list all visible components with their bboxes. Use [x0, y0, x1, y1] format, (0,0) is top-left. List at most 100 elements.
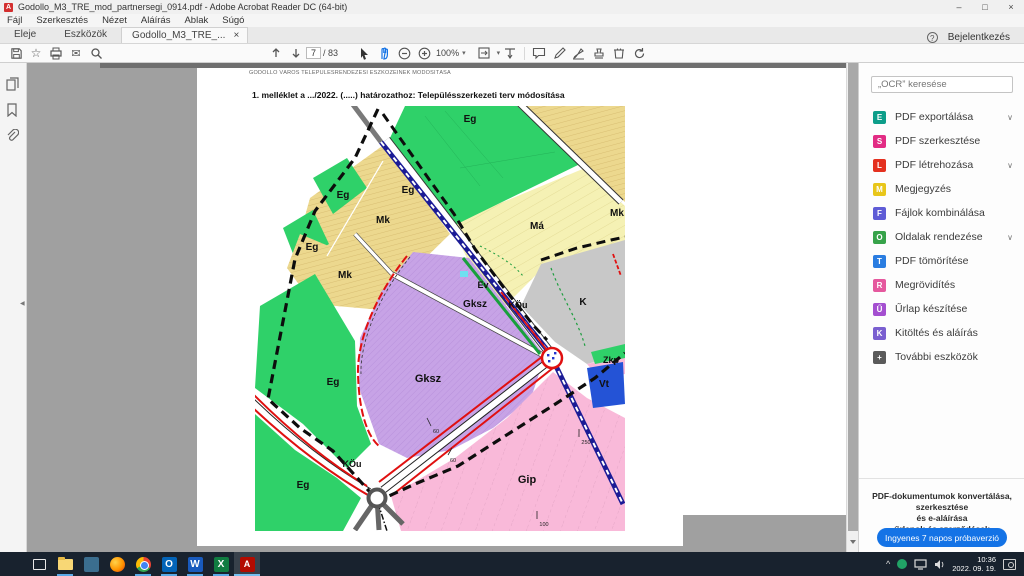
tool-search-input[interactable] — [871, 76, 1013, 93]
page-thumbnails-icon[interactable] — [6, 77, 20, 92]
map-zone-label: Gksz — [415, 373, 442, 385]
print-icon[interactable] — [46, 45, 66, 62]
save-icon[interactable] — [6, 45, 26, 62]
tools-panel: EPDF exportálása∨SPDF szerkesztéseLPDF l… — [858, 63, 1024, 552]
tool-list: EPDF exportálása∨SPDF szerkesztéseLPDF l… — [859, 105, 1024, 369]
export-pdf-icon: E — [873, 111, 886, 124]
tray-expand-icon[interactable]: ^ — [886, 559, 890, 569]
tool-item-comment[interactable]: MMegjegyzés — [859, 177, 1024, 201]
vertical-scrollbar[interactable] — [846, 63, 858, 552]
page-count-label: / 83 — [323, 48, 338, 58]
tab-tools[interactable]: Eszközök — [50, 27, 121, 43]
help-icon[interactable]: ? — [927, 32, 938, 43]
bookmarks-icon[interactable] — [6, 103, 18, 117]
tool-item-redact[interactable]: RMegrövidítés — [859, 273, 1024, 297]
pencil-icon[interactable] — [549, 45, 569, 62]
taskbar-calculator-icon[interactable] — [78, 552, 104, 576]
menu-item-súgó[interactable]: Súgó — [215, 15, 251, 26]
free-trial-button[interactable]: Ingyenes 7 napos próbaverzió — [877, 528, 1007, 547]
star-icon[interactable]: ☆ — [26, 45, 46, 62]
tool-item-create-pdf[interactable]: LPDF létrehozása∨ — [859, 153, 1024, 177]
tool-label: PDF létrehozása — [895, 159, 973, 171]
tab-document[interactable]: Godollo_M3_TRE_... × — [121, 27, 248, 43]
stamp-icon[interactable] — [589, 45, 609, 62]
menu-item-nézet[interactable]: Nézet — [95, 15, 134, 26]
main-toolbar: ☆ ✉ / 83 100% ▾ ▾ — [0, 44, 1024, 63]
zoom-level-label[interactable]: 100% — [436, 48, 459, 58]
close-button[interactable]: × — [998, 2, 1024, 12]
tool-item-more-tools[interactable]: +További eszközök — [859, 345, 1024, 369]
page-header-line: GÖDÖLLŐ VÁROS TELEPÜLÉSRENDEZÉSI ESZKÖZE… — [249, 70, 679, 77]
tab-home[interactable]: Eleje — [0, 27, 50, 43]
start-logo — [7, 558, 20, 571]
network-icon[interactable] — [914, 559, 927, 570]
taskbar-firefox-icon[interactable] — [104, 552, 130, 576]
notification-center-icon[interactable] — [1003, 559, 1016, 570]
tool-item-organize-pages[interactable]: OOldalak rendezése∨ — [859, 225, 1024, 249]
attachments-icon[interactable] — [6, 129, 19, 143]
delete-icon[interactable] — [609, 45, 629, 62]
tool-item-export-pdf[interactable]: EPDF exportálása∨ — [859, 105, 1024, 129]
taskbar-word-icon[interactable]: W — [182, 552, 208, 576]
map-zone-label: K — [579, 297, 587, 308]
tray-app-icon[interactable] — [897, 559, 907, 569]
refresh-icon[interactable] — [629, 45, 649, 62]
mail-icon[interactable]: ✉ — [66, 45, 86, 62]
menu-item-aláírás[interactable]: Aláírás — [134, 15, 178, 26]
zoom-in-icon[interactable] — [414, 45, 434, 62]
taskbar-excel-icon[interactable]: X — [208, 552, 234, 576]
map-annotation: 100 — [539, 522, 548, 528]
chevron-down-icon[interactable]: ∨ — [1007, 233, 1013, 242]
clock[interactable]: 10:36 2022. 09. 19. — [952, 555, 996, 573]
sign-in-button[interactable]: Bejelentkezés — [948, 32, 1010, 43]
tool-item-compress-pdf[interactable]: TPDF tömörítése — [859, 249, 1024, 273]
windows-taskbar: OWXA ^ 10:36 2022. 09. 19. — [0, 552, 1024, 576]
tab-close-icon[interactable]: × — [233, 30, 239, 41]
zoom-out-icon[interactable] — [394, 45, 414, 62]
minimize-button[interactable]: – — [946, 2, 972, 12]
page-number-input[interactable] — [306, 47, 321, 59]
chevron-down-icon[interactable]: ∨ — [1007, 161, 1013, 170]
window-title: Godollo_M3_TRE_mod_partnersegi_0914.pdf … — [18, 2, 347, 12]
tab-bar: Eleje Eszközök Godollo_M3_TRE_... × ? Be… — [0, 27, 1024, 44]
left-navigation-rail: ◀ — [0, 63, 27, 552]
search-icon[interactable] — [86, 45, 106, 62]
tool-item-prepare-form[interactable]: ŰŰrlap készítése — [859, 297, 1024, 321]
sign-pen-icon[interactable] — [569, 45, 589, 62]
tool-item-fill-sign[interactable]: KKitöltés és aláírás — [859, 321, 1024, 345]
map-zone-label: Eg — [337, 190, 350, 201]
map-zone-label: Eg — [306, 242, 319, 253]
zoom-caret-icon[interactable]: ▾ — [462, 49, 466, 57]
hand-tool-icon[interactable] — [374, 45, 394, 62]
taskbar-acrobat-icon[interactable]: A — [234, 552, 260, 576]
menu-item-fájl[interactable]: Fájl — [0, 15, 29, 26]
collapse-panel-icon[interactable]: ◀ — [20, 300, 25, 307]
maximize-button[interactable]: □ — [972, 2, 998, 12]
taskbar-task-view-icon[interactable] — [26, 552, 52, 576]
select-tool-icon[interactable] — [354, 45, 374, 62]
tool-item-combine-files[interactable]: FFájlok kombinálása — [859, 201, 1024, 225]
system-tray: ^ 10:36 2022. 09. 19. — [886, 555, 1024, 573]
taskbar-outlook-icon[interactable]: O — [156, 552, 182, 576]
map-zone-label: Gip — [518, 474, 537, 486]
scrollbar-down-icon[interactable] — [850, 540, 856, 544]
chevron-down-icon[interactable]: ∨ — [1007, 113, 1013, 122]
taskbar-chrome-icon[interactable] — [130, 552, 156, 576]
more-tools-icon: + — [873, 351, 886, 364]
menu-item-ablak[interactable]: Ablak — [177, 15, 215, 26]
fit-width-icon[interactable] — [476, 45, 496, 62]
file-explorer-logo — [58, 559, 73, 570]
map-annotation: 250 — [581, 440, 590, 446]
taskbar-start-icon[interactable] — [0, 552, 26, 576]
previous-page-icon[interactable] — [266, 45, 286, 62]
menu-item-szerkesztés[interactable]: Szerkesztés — [29, 15, 95, 26]
comment-icon[interactable] — [529, 45, 549, 62]
map-zone-label: Mk — [376, 215, 390, 226]
volume-icon[interactable] — [934, 559, 945, 570]
tool-item-edit-pdf[interactable]: SPDF szerkesztése — [859, 129, 1024, 153]
taskbar-file-explorer-icon[interactable] — [52, 552, 78, 576]
scroll-mode-icon[interactable] — [500, 45, 520, 62]
scrollbar-thumb[interactable] — [848, 63, 858, 531]
comment-icon: M — [873, 183, 886, 196]
next-page-icon[interactable] — [286, 45, 306, 62]
